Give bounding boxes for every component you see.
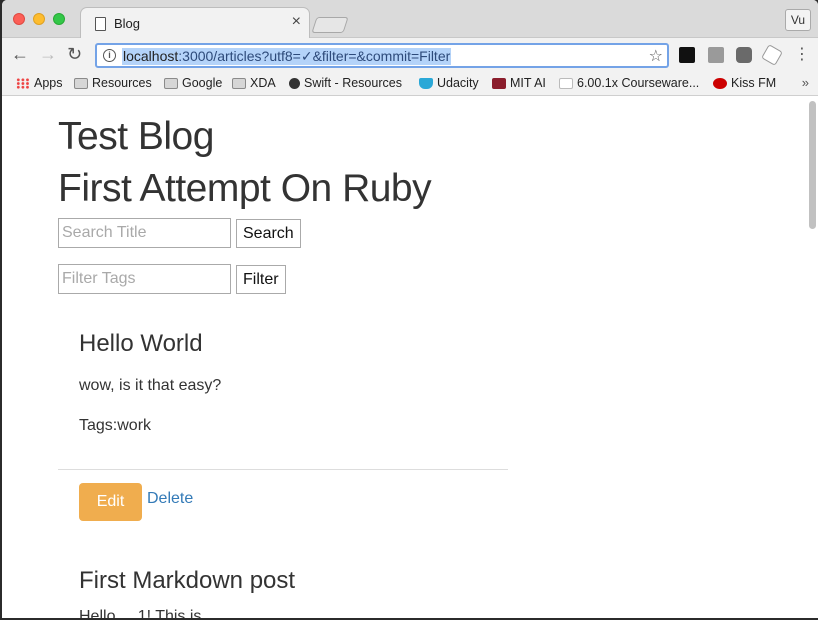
divider xyxy=(58,469,508,470)
folder-icon xyxy=(164,77,178,89)
search-title-input[interactable] xyxy=(58,218,231,248)
bookmark-google[interactable]: Google xyxy=(164,76,222,90)
extension-icon[interactable] xyxy=(736,47,752,63)
bookmark-resources[interactable]: Resources xyxy=(74,76,152,90)
bookmarks-bar: Apps Resources Google XDA Swift - Resour… xyxy=(2,72,818,96)
extension-icon[interactable] xyxy=(761,44,783,66)
window-close-button[interactable] xyxy=(13,13,25,25)
extension-icon[interactable] xyxy=(679,47,695,63)
bookmark-apps[interactable]: Apps xyxy=(16,76,63,90)
apple-icon xyxy=(289,77,300,89)
mit-icon xyxy=(492,77,506,89)
extension-icon[interactable] xyxy=(708,47,724,63)
window-minimize-button[interactable] xyxy=(33,13,45,25)
scrollbar[interactable] xyxy=(809,101,816,229)
kiss-fm-icon xyxy=(713,77,727,89)
new-tab-button[interactable] xyxy=(311,17,349,33)
tab-title: Blog xyxy=(114,16,141,31)
tab-strip: Blog × Vu xyxy=(2,0,818,39)
page-viewport: Test Blog First Attempt On Ruby Search F… xyxy=(2,97,818,618)
edx-icon xyxy=(559,77,573,89)
article-body: Hello.... 1! This is xyxy=(79,608,202,618)
delete-link[interactable]: Delete xyxy=(147,490,193,508)
bookmark-xda[interactable]: XDA xyxy=(232,76,276,90)
tab-blog[interactable]: Blog × xyxy=(80,7,310,39)
search-button[interactable]: Search xyxy=(236,219,301,248)
browser-menu-icon[interactable]: ⋮ xyxy=(794,45,810,65)
bookmark-kiss-fm[interactable]: Kiss FM xyxy=(713,76,776,90)
profile-button[interactable]: Vu xyxy=(785,9,811,31)
apps-grid-icon xyxy=(16,77,30,89)
url-path: :3000/articles?utf8=✓&filter=&commit=Fil… xyxy=(178,48,451,64)
info-icon[interactable]: i xyxy=(103,49,116,62)
bookmark-star-icon[interactable]: ☆ xyxy=(649,46,663,66)
page-icon xyxy=(95,17,106,31)
article-title[interactable]: First Markdown post xyxy=(79,567,295,595)
filter-tags-input[interactable] xyxy=(58,264,231,294)
bookmark-swift-resources[interactable]: Swift - Resources xyxy=(289,76,402,90)
bookmarks-overflow-icon[interactable]: » xyxy=(802,75,809,90)
article-title[interactable]: Hello World xyxy=(79,330,203,358)
browser-toolbar: ← → ↻ i localhost:3000/articles?utf8=✓&f… xyxy=(2,38,818,72)
forward-arrow-icon[interactable]: → xyxy=(39,44,57,64)
reload-icon[interactable]: ↻ xyxy=(67,44,82,64)
filter-button[interactable]: Filter xyxy=(236,265,286,294)
page-subtitle: First Attempt On Ruby xyxy=(58,167,432,210)
url-text[interactable]: localhost:3000/articles?utf8=✓&filter=&c… xyxy=(122,48,452,65)
edit-button[interactable]: Edit xyxy=(79,483,142,521)
bookmark-mit-ai[interactable]: MIT AI xyxy=(492,76,546,90)
bookmark-courseware[interactable]: 6.00.1x Courseware... xyxy=(559,76,699,90)
folder-icon xyxy=(74,77,88,89)
address-bar[interactable]: i localhost:3000/articles?utf8=✓&filter=… xyxy=(95,43,669,68)
url-host: localhost xyxy=(123,48,179,64)
back-arrow-icon[interactable]: ← xyxy=(11,44,29,64)
browser-window: Blog × Vu ← → ↻ i localhost:3000/article… xyxy=(2,0,818,618)
bookmark-udacity[interactable]: Udacity xyxy=(419,76,479,90)
article-tags: Tags:work xyxy=(79,417,152,434)
tab-close-icon[interactable]: × xyxy=(292,13,301,31)
window-maximize-button[interactable] xyxy=(53,13,65,25)
page-title: Test Blog xyxy=(58,115,214,158)
folder-icon xyxy=(232,77,246,89)
article-body: wow, is it that easy? xyxy=(79,377,222,394)
udacity-icon xyxy=(419,77,433,89)
